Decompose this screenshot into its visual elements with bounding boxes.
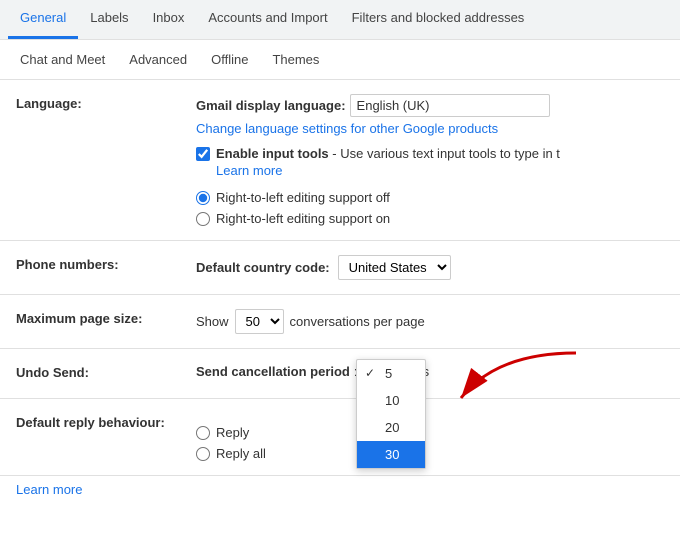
tab-chat-meet[interactable]: Chat and Meet — [8, 44, 117, 75]
tab-general[interactable]: General — [8, 0, 78, 39]
dropdown-item-10[interactable]: 10 — [357, 387, 425, 414]
language-input[interactable] — [350, 94, 550, 117]
rtl-on-row: Right-to-left editing support on — [196, 211, 664, 226]
reply-all-radio-row: Reply all — [196, 446, 664, 461]
dropdown-item-5[interactable]: 5 — [357, 360, 425, 387]
reply-radio-row: Reply — [196, 425, 664, 440]
reply-all-radio[interactable] — [196, 447, 210, 461]
country-code-select[interactable]: United States — [338, 255, 451, 280]
nav-tabs-primary: General Labels Inbox Accounts and Import… — [0, 0, 680, 40]
settings-content: Language: Gmail display language: Change… — [0, 80, 680, 503]
dropdown-item-30[interactable]: 30 — [357, 441, 425, 468]
reply-all-label: Reply all — [216, 446, 266, 461]
tab-inbox[interactable]: Inbox — [141, 0, 197, 39]
page-size-control: Show 50 conversations per page — [196, 309, 664, 334]
default-reply-label: Default reply behaviour: — [16, 413, 196, 430]
enable-input-tools-checkbox[interactable] — [196, 147, 210, 161]
nav-tabs-secondary: Chat and Meet Advanced Offline Themes — [0, 40, 680, 80]
page-size-select[interactable]: 50 — [235, 309, 284, 334]
conversations-per-page: conversations per page — [290, 314, 425, 329]
show-label: Show — [196, 314, 229, 329]
default-reply-control: Reply Reply all — [196, 413, 664, 461]
page-size-row: Maximum page size: Show 50 conversations… — [0, 295, 680, 349]
tab-filters[interactable]: Filters and blocked addresses — [340, 0, 537, 39]
learn-more-link[interactable]: Learn more — [16, 482, 82, 497]
tab-labels[interactable]: Labels — [78, 0, 140, 39]
language-row: Language: Gmail display language: Change… — [0, 80, 680, 241]
undo-send-label: Undo Send: — [16, 363, 196, 380]
tab-accounts-import[interactable]: Accounts and Import — [196, 0, 339, 39]
language-label: Language: — [16, 94, 196, 111]
default-reply-row: Default reply behaviour: Reply Reply all — [0, 399, 680, 476]
learn-more-input-tools[interactable]: Learn more — [216, 163, 282, 178]
undo-send-dropdown: 5 10 20 30 — [356, 359, 426, 469]
undo-send-control: Send cancellation period : ✓ 5 econds 5 … — [196, 363, 664, 379]
country-code-label: Default country code: — [196, 260, 330, 275]
send-cancellation-label: Send cancellation period — [196, 364, 350, 379]
dropdown-item-20[interactable]: 20 — [357, 414, 425, 441]
rtl-on-radio[interactable] — [196, 212, 210, 226]
tab-advanced[interactable]: Advanced — [117, 44, 199, 75]
phone-label: Phone numbers: — [16, 255, 196, 272]
rtl-off-row: Right-to-left editing support off — [196, 190, 664, 205]
language-control: Gmail display language: Change language … — [196, 94, 664, 226]
phone-control: Default country code: United States — [196, 255, 664, 280]
reply-label: Reply — [216, 425, 249, 440]
phone-row: Phone numbers: Default country code: Uni… — [0, 241, 680, 295]
enable-input-tools-suffix: - Use various text input tools to type i… — [332, 146, 560, 161]
rtl-on-label: Right-to-left editing support on — [216, 211, 390, 226]
rtl-off-label: Right-to-left editing support off — [216, 190, 390, 205]
page-size-label: Maximum page size: — [16, 309, 196, 326]
tab-themes[interactable]: Themes — [260, 44, 331, 75]
undo-send-row: Undo Send: Send cancellation period : ✓ … — [0, 349, 680, 399]
change-language-link[interactable]: Change language settings for other Googl… — [196, 121, 498, 136]
rtl-off-radio[interactable] — [196, 191, 210, 205]
learn-more-section: Learn more — [0, 476, 680, 503]
reply-radio[interactable] — [196, 426, 210, 440]
display-language-label: Gmail display language: — [196, 98, 346, 113]
enable-input-tools-label: Enable input tools - Use various text in… — [216, 146, 560, 161]
tab-offline[interactable]: Offline — [199, 44, 260, 75]
